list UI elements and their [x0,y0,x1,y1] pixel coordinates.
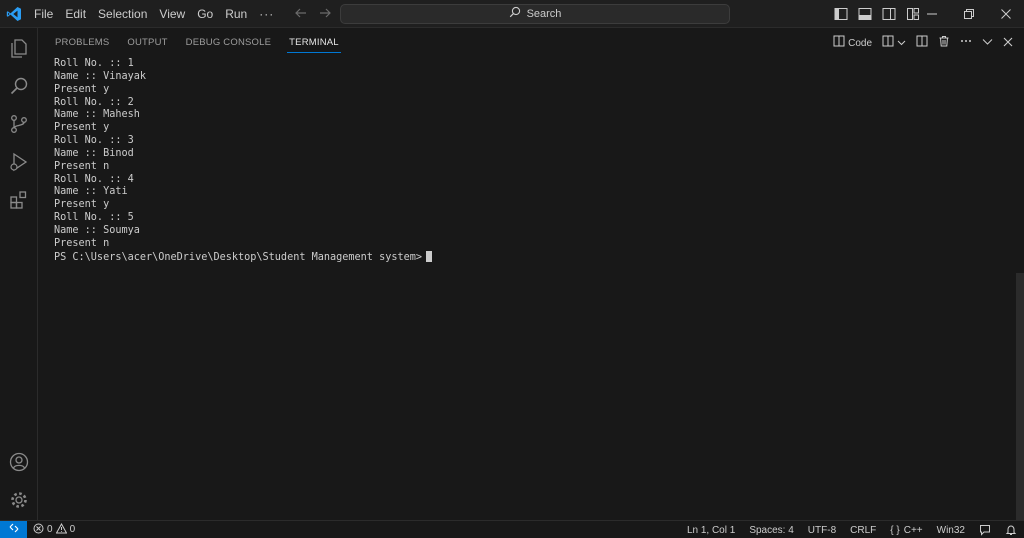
language-mode[interactable]: { } C++ [883,525,929,536]
terminal-line: Present n [54,237,110,249]
close-icon [1003,34,1013,52]
layout-controls [833,6,921,22]
tab-problems[interactable]: PROBLEMS [46,28,118,58]
search-icon [509,5,521,23]
close-window-icon[interactable] [987,0,1024,28]
tab-terminal[interactable]: TERMINAL [280,28,348,58]
terminal-line: Roll No. :: 2 [54,96,134,108]
feedback-icon[interactable] [972,524,998,536]
menu-selection[interactable]: Selection [92,0,153,28]
manage-gear-icon[interactable] [7,488,31,512]
notifications-bell-icon[interactable] [998,524,1024,536]
terminal-line: Name :: Mahesh [54,109,140,121]
toggle-primary-sidebar-icon[interactable] [833,6,849,22]
terminal-line: Present y [54,199,110,211]
toggle-secondary-sidebar-icon[interactable] [881,6,897,22]
ellipsis-icon [960,34,972,52]
remote-icon [8,522,20,537]
close-panel-button[interactable] [1000,34,1016,52]
explorer-icon[interactable] [7,36,31,60]
menu-more-button[interactable]: ··· [253,7,280,21]
indentation[interactable]: Spaces: 4 [742,525,800,536]
error-count: 0 [47,524,53,535]
terminal-line: Name :: Binod [54,147,134,159]
split-layout-icon [882,34,894,52]
terminal-line: Roll No. :: 5 [54,212,134,224]
menu-run[interactable]: Run [219,0,253,28]
terminal-prompt-line: PS C:\Users\acer\OneDrive\Desktop\Studen… [54,250,1004,264]
toggle-panel-icon[interactable] [857,6,873,22]
window-controls [913,0,1024,28]
panel-actions: Code [830,28,1016,58]
language-label: C++ [903,524,923,536]
encoding[interactable]: UTF-8 [801,525,843,536]
platform[interactable]: Win32 [930,525,972,536]
title-bar: File Edit Selection View Go Run ··· Sear… [0,0,1024,28]
tab-debug-console[interactable]: DEBUG CONSOLE [177,28,280,58]
vscode-logo-icon [0,0,28,28]
terminal-line: Name :: Yati [54,186,128,198]
forward-arrow-icon[interactable] [318,6,332,23]
status-right: Ln 1, Col 1 Spaces: 4 UTF-8 CRLF { } C++… [680,521,1024,538]
chevron-down-icon [982,34,993,52]
split-terminal-button[interactable] [913,34,931,52]
terminal-line: Roll No. :: 1 [54,58,134,69]
extensions-icon[interactable] [7,188,31,212]
terminal-icon [833,34,845,52]
problems-status[interactable]: 0 0 [33,522,76,537]
search-icon[interactable] [7,74,31,98]
maximize-panel-button[interactable] [979,34,996,52]
panel-header: PROBLEMS OUTPUT DEBUG CONSOLE TERMINAL C… [38,28,1024,58]
command-center-search[interactable]: Search [340,4,730,24]
accounts-icon[interactable] [7,450,31,474]
source-control-icon[interactable] [7,112,31,136]
terminal-line: Roll No. :: 3 [54,135,134,147]
terminal-type-label: Code [848,37,872,49]
run-debug-icon[interactable] [7,150,31,174]
warning-count: 0 [69,524,76,535]
remote-indicator-button[interactable] [0,520,27,538]
terminal-line: Name :: Vinayak [54,70,147,82]
split-terminal-icon [916,34,928,52]
terminal-output[interactable]: Roll No. :: 1 Name :: Vinayak Present y … [54,58,1004,518]
navigation-arrows [294,6,332,23]
activity-bar [0,28,38,520]
terminal-prompt: PS C:\Users\acer\OneDrive\Desktop\Studen… [54,251,423,263]
terminal-cursor [426,250,433,262]
terminal-line: Present y [54,122,110,134]
back-arrow-icon[interactable] [294,6,308,23]
menu-view[interactable]: View [153,0,191,28]
more-actions-button[interactable] [957,34,975,52]
chevron-down-icon [897,34,906,52]
minimize-icon[interactable] [913,0,950,28]
kill-terminal-button[interactable] [935,34,953,52]
menu-file[interactable]: File [28,0,59,28]
error-icon [33,523,44,537]
new-terminal-dropdown[interactable] [879,34,909,52]
tab-output[interactable]: OUTPUT [118,28,176,58]
terminal-type-selector[interactable]: Code [830,34,875,52]
terminal-line: Name :: Soumya [54,224,140,236]
menu-bar: File Edit Selection View Go Run ··· [28,0,280,28]
restore-icon[interactable] [950,0,987,28]
status-bar: 0 0 Ln 1, Col 1 Spaces: 4 UTF-8 CRLF { }… [0,520,1024,538]
braces-icon: { } [890,524,900,536]
line-ending[interactable]: CRLF [843,525,883,536]
terminal-line: Roll No. :: 4 [54,173,134,185]
trash-icon [938,34,950,52]
terminal-line: Present n [54,160,110,172]
menu-edit[interactable]: Edit [59,0,92,28]
terminal-line: Present y [54,83,110,95]
cursor-position[interactable]: Ln 1, Col 1 [680,525,742,536]
search-label: Search [526,8,562,20]
warning-icon [55,522,67,537]
terminal-scrollbar[interactable] [1016,273,1024,520]
menu-go[interactable]: Go [191,0,219,28]
